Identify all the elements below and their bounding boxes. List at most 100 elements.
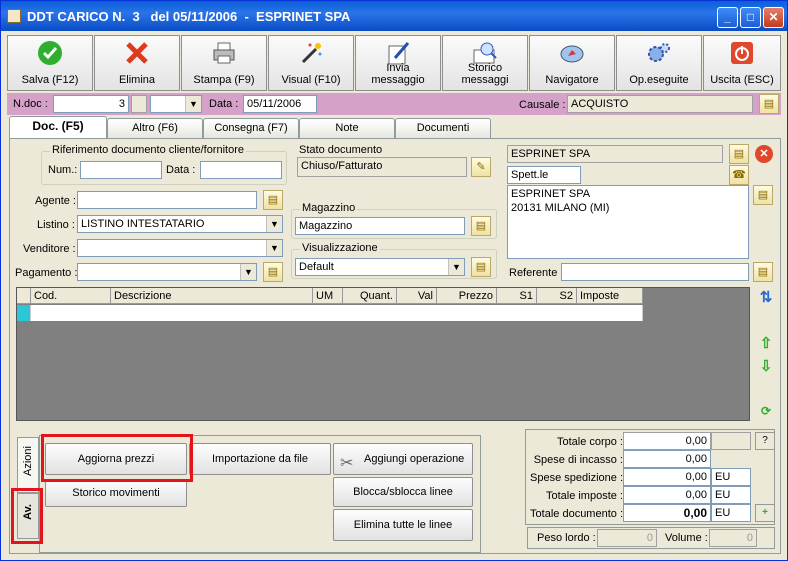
stato-field: Chiuso/Fatturato [297,157,467,177]
col-s1[interactable]: S1 [497,288,537,304]
spese-spedizione-value[interactable]: 0,00 [623,468,711,486]
address-box[interactable]: ESPRINET SPA 20131 MILANO (MI) [507,185,749,259]
num-label: Num.: [48,164,78,176]
move-up-icon[interactable]: ⇧ [756,334,776,354]
visualizzazione-folder-icon[interactable]: ▤ [471,257,491,277]
cliente-folder-icon[interactable]: ▤ [729,144,749,164]
causale-field[interactable]: ACQUISTO [567,95,753,113]
referente-folder-icon[interactable]: ▤ [753,262,773,282]
title-bar[interactable]: DDT CARICO N. 3 del 05/11/2006 - ESPRINE… [1,1,787,31]
visualizzazione-select[interactable]: Default ▼ [295,258,465,276]
op-eseguite-button[interactable]: Op.eseguite [616,35,702,91]
chevron-down-icon[interactable]: ▼ [240,264,256,280]
lines-grid[interactable]: Cod. Descrizione UM Quant. Val Prezzo S1… [16,287,750,421]
col-descrizione[interactable]: Descrizione [111,288,313,304]
maximize-button[interactable]: □ [740,7,761,28]
check-icon [38,41,62,65]
chevron-down-icon[interactable]: ▼ [266,240,282,256]
col-val[interactable]: Val [397,288,437,304]
volume-label: Volume : [665,532,708,544]
rif-num-input[interactable] [80,161,162,179]
elimina-linee-button[interactable]: Elimina tutte le linee [333,509,473,541]
table-row[interactable] [31,305,643,321]
toolbar: Salva (F12) Elimina Stampa (F9) Visual (… [7,35,781,91]
visual-button[interactable]: Visual (F10) [268,35,354,91]
totale-imposte-cur: EU [711,486,751,504]
move-down-icon[interactable]: ⇩ [756,357,776,377]
cliente-clear-icon[interactable]: ✕ [755,145,773,163]
rif-data-input[interactable] [200,161,282,179]
magazzino-folder-icon[interactable]: ▤ [471,216,491,236]
tab-altro[interactable]: Altro (F6) [107,118,203,138]
rif-data-label: Data : [166,164,196,176]
spese-incasso-value[interactable]: 0,00 [623,450,711,468]
storico-movimenti-button[interactable]: Storico movimenti [45,479,187,507]
causale-folder-icon[interactable]: ▤ [759,94,779,114]
blocca-linee-button[interactable]: Blocca/sblocca linee [333,477,473,507]
referente-input[interactable] [561,263,749,281]
col-um[interactable]: UM [313,288,343,304]
storico-messaggi-button[interactable]: Storico messaggi [442,35,528,91]
aggiungi-operazione-button[interactable]: ✂ Aggiungi operazione [333,443,473,475]
help-button[interactable]: ? [755,432,775,450]
minimize-button[interactable]: _ [717,7,738,28]
agente-input[interactable] [77,191,257,209]
close-button[interactable]: ✕ [763,7,784,28]
row-selector[interactable] [17,305,31,321]
chevron-down-icon[interactable]: ▼ [448,259,464,275]
peso-lordo-value: 0 [597,529,657,547]
printer-icon [213,42,235,64]
listino-select[interactable]: LISTINO INTESTATARIO ▼ [77,215,283,233]
pagamento-select[interactable]: ▼ [77,263,257,281]
totale-documento-label: Totale documento : [530,508,623,520]
tab-note[interactable]: Note [299,118,395,138]
volume-value: 0 [709,529,757,547]
magazzino-input[interactable]: Magazzino [295,217,465,235]
col-prezzo[interactable]: Prezzo [437,288,497,304]
invia-messaggio-button[interactable]: Invia messaggio [355,35,441,91]
col-quant[interactable]: Quant. [343,288,397,304]
tab-azioni[interactable]: Azioni [17,437,39,493]
stato-edit-icon[interactable]: ✎ [471,157,491,177]
col-imposte[interactable]: Imposte [577,288,643,304]
zoom-in-icon[interactable]: + [755,504,775,522]
magic-wand-icon [301,43,322,64]
pagamento-folder-icon[interactable]: ▤ [263,262,283,282]
tab-documenti[interactable]: Documenti [395,118,491,138]
causale-label: Causale : [519,99,566,111]
col-s2[interactable]: S2 [537,288,577,304]
refresh-icon[interactable]: ⟳ [756,401,776,421]
navigatore-button[interactable]: Navigatore [529,35,615,91]
salutation-field[interactable]: Spett.le [507,166,581,184]
salva-button[interactable]: Salva (F12) [7,35,93,91]
totale-documento-cur: EU [711,504,751,522]
sort-updown-icon[interactable]: ⇅ [756,288,776,308]
highlight-aggiorna-prezzi [41,434,193,482]
document-header-bar: N.doc : 3 ▼ Data : 05/11/2006 Causale : … [7,93,781,115]
main-window: DDT CARICO N. 3 del 05/11/2006 - ESPRINE… [0,0,788,561]
ndoc-lookup-button[interactable] [131,95,147,113]
chevron-down-icon[interactable]: ▼ [266,216,282,232]
peso-lordo-label: Peso lordo : [537,532,596,544]
totale-imposte-label: Totale imposte : [545,490,623,502]
col-cod[interactable]: Cod. [31,288,111,304]
address-folder-icon[interactable]: ▤ [753,185,773,205]
serie-select[interactable]: ▼ [150,95,202,113]
importazione-button[interactable]: Importazione da file [189,443,331,475]
data-input[interactable]: 05/11/2006 [243,95,317,113]
stampa-button[interactable]: Stampa (F9) [181,35,267,91]
grid-corner [17,288,31,304]
stato-label: Stato documento [299,144,383,156]
venditore-label: Venditore : [23,243,76,255]
tab-consegna[interactable]: Consegna (F7) [203,118,299,138]
agente-folder-icon[interactable]: ▤ [263,190,283,210]
elimina-button[interactable]: Elimina [94,35,180,91]
venditore-select[interactable]: ▼ [77,239,283,257]
app-icon [7,9,21,23]
ndoc-input[interactable]: 3 [53,95,129,113]
chevron-down-icon[interactable]: ▼ [185,96,201,112]
uscita-button[interactable]: Uscita (ESC) [703,35,781,91]
spese-spedizione-cur: EU [711,468,751,486]
address-book-icon[interactable]: ☎ [729,165,749,185]
tab-doc[interactable]: Doc. (F5) [9,116,107,138]
